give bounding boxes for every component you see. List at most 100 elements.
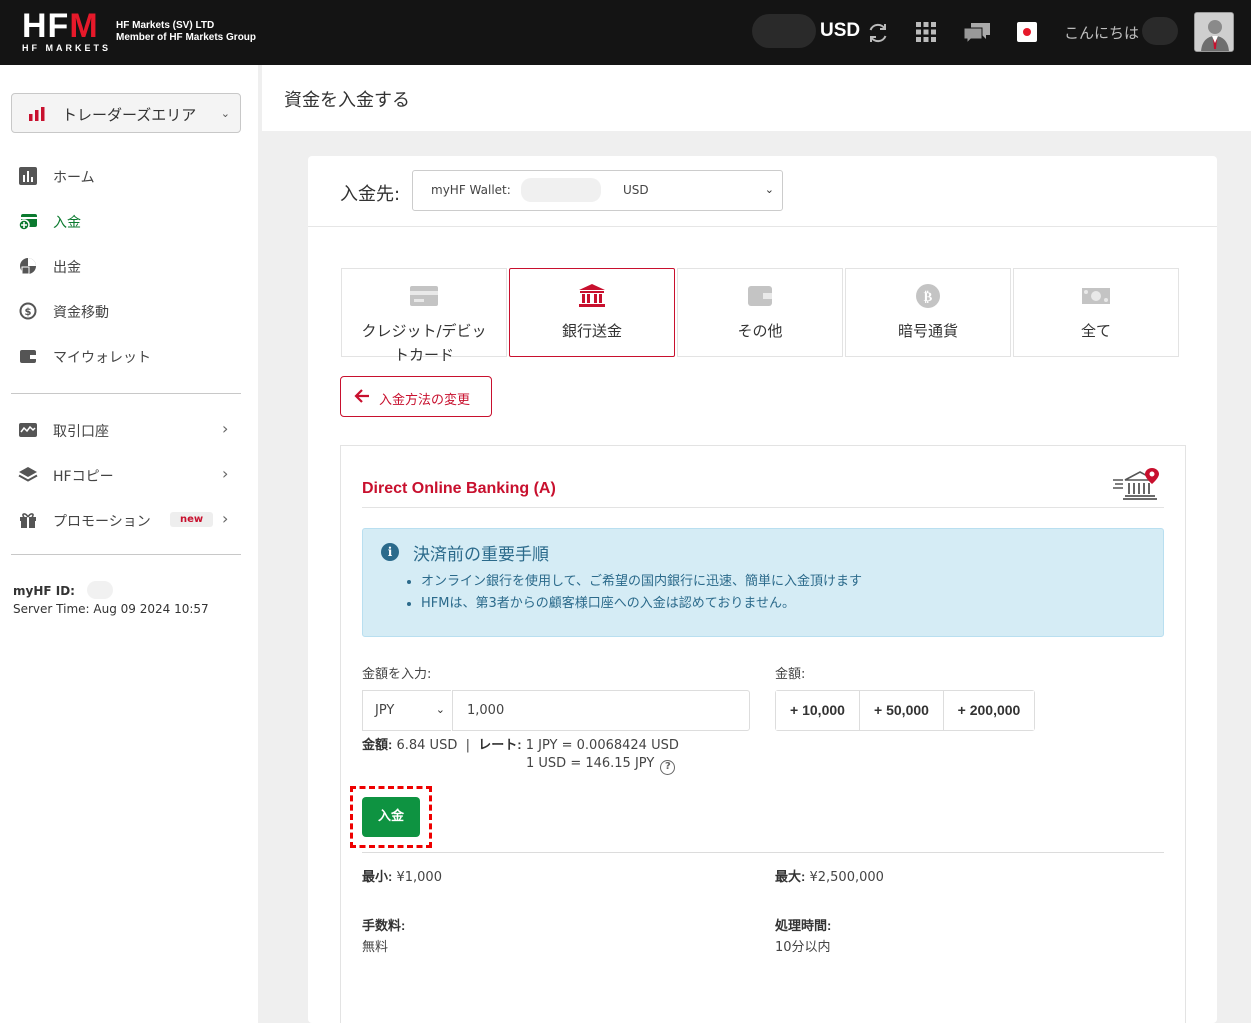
traders-area-label: トレーダーズエリア <box>62 106 197 124</box>
sidebar-item-promotions[interactable]: プロモーション new › <box>0 505 258 535</box>
sidebar-item-hfcopy[interactable]: HFコピー › <box>0 460 258 490</box>
svg-text:$: $ <box>25 307 32 318</box>
max-value: ¥2,500,000 <box>809 870 884 885</box>
method-tab-all[interactable]: 全て <box>1013 268 1179 357</box>
wallet-select[interactable]: myHF Wallet: USD ⌄ <box>412 170 783 211</box>
sidebar-item-trading-accounts[interactable]: 取引口座 › <box>0 415 258 445</box>
method-tab-other[interactable]: その他 <box>677 268 843 357</box>
gift-icon <box>20 513 36 528</box>
sidebar-item-label: 入金 <box>53 215 81 231</box>
bank-divider <box>362 507 1164 508</box>
withdraw-icon <box>20 258 36 275</box>
method-tab-card[interactable]: クレジット/デビットカード <box>341 268 507 364</box>
sidebar-item-deposit[interactable]: 入金 <box>0 206 258 236</box>
cash-icon <box>1082 288 1110 304</box>
list-item: HFMは、第3者からの顧客様口座への入金は認めておりません。 <box>421 593 862 615</box>
conversion-line-2: 1 USD = 146.15 JPY ? <box>526 756 676 775</box>
sidebar-item-home[interactable]: ホーム <box>0 161 258 191</box>
processing-time-info: 処理時間: 10分以内 <box>775 915 831 958</box>
quick-amount-50000-button[interactable]: + 50,000 <box>860 691 944 730</box>
logo-mark: HFM <box>22 7 99 45</box>
amount-input[interactable]: 1,000 <box>452 690 750 731</box>
max-label: 最大: <box>775 869 806 884</box>
currency-select[interactable]: JPY ⌄ <box>362 690 451 731</box>
deposit-to-label: 入金先: <box>340 184 401 205</box>
method-label: 暗号通貨 <box>897 322 958 340</box>
avatar[interactable] <box>1194 12 1234 52</box>
company-line1: HF Markets (SV) LTD <box>116 20 215 31</box>
top-bar: HFM HF MARKETS HF Markets (SV) LTD Membe… <box>0 0 1251 65</box>
method-tab-crypto[interactable]: ₿ 暗号通貨 <box>845 268 1011 357</box>
method-tab-bank[interactable]: 銀行送金 <box>509 268 675 357</box>
wallet-label: myHF Wallet: <box>431 183 511 197</box>
sidebar-item-label: 出金 <box>53 260 81 276</box>
quick-amount-10000-button[interactable]: + 10,000 <box>776 691 860 730</box>
wallet-id-masked <box>521 178 601 202</box>
important-info-box: i 決済前の重要手順 オンライン銀行を使用して、ご希望の国内銀行に迅速、簡単に入… <box>362 528 1164 637</box>
wallet-icon <box>20 350 36 363</box>
change-method-button[interactable]: 入金方法の変更 <box>340 376 492 417</box>
grid-icon[interactable] <box>914 20 938 44</box>
sidebar-item-withdraw[interactable]: 出金 <box>0 251 258 281</box>
method-label: 全て <box>1080 322 1111 340</box>
hfm-logo[interactable]: HFM HF MARKETS <box>22 9 111 53</box>
method-label: クレジット/デビットカード <box>361 322 487 364</box>
wallet-currency: USD <box>623 183 649 197</box>
new-badge: new <box>170 512 214 527</box>
chart-icon <box>19 167 37 185</box>
amount-input-label: 金額を入力: <box>362 667 432 682</box>
page-title: 資金を入金する <box>284 90 410 111</box>
arrow-left-icon <box>354 389 369 403</box>
method-label: 銀行送金 <box>561 322 622 340</box>
deposit-icon <box>18 214 37 231</box>
sidebar-item-wallet[interactable]: マイウォレット <box>0 341 258 371</box>
time-label: 処理時間: <box>775 918 832 933</box>
svg-text:₿: ₿ <box>924 290 933 305</box>
separator: | <box>461 738 475 753</box>
sidebar-item-label: 資金移動 <box>53 305 109 321</box>
refresh-icon[interactable] <box>866 21 890 45</box>
rate-label: レート: <box>478 737 522 752</box>
japan-flag-icon[interactable] <box>1017 22 1037 42</box>
info-icon: i <box>381 543 399 561</box>
fee-value: 無料 <box>362 940 389 955</box>
ewallet-icon <box>748 286 772 306</box>
company-info: HF Markets (SV) LTD Member of HF Markets… <box>116 20 256 44</box>
limits-divider <box>362 852 1164 853</box>
chevron-right-icon: › <box>222 464 229 483</box>
converted-value: 6.84 USD <box>396 738 458 753</box>
sidebar-divider <box>11 554 241 555</box>
sidebar-item-label: ホーム <box>53 170 95 186</box>
myhf-id-masked <box>87 581 114 599</box>
username-masked <box>1142 17 1178 45</box>
myhf-id-label: myHF ID: <box>13 584 75 598</box>
chat-icon[interactable] <box>962 20 992 44</box>
method-label: その他 <box>737 322 783 340</box>
time-value: 10分以内 <box>775 940 831 955</box>
quick-amount-label: 金額: <box>775 667 806 682</box>
quick-amount-group: + 10,000 + 50,000 + 200,000 <box>775 690 1035 731</box>
fee-info: 手数料: 無料 <box>362 915 405 958</box>
layers-icon <box>18 467 38 482</box>
min-amount: 最小: ¥1,000 <box>362 866 442 888</box>
currency-label[interactable]: USD <box>820 20 860 42</box>
sidebar-item-transfer[interactable]: $ 資金移動 <box>0 296 258 326</box>
deposit-button[interactable]: 入金 <box>362 797 420 837</box>
bank-icon <box>579 284 605 307</box>
change-method-label: 入金方法の変更 <box>379 393 471 408</box>
deposit-card: 入金先: myHF Wallet: USD ⌄ クレジット/デビットカード 銀行… <box>308 156 1217 1023</box>
info-list: オンライン銀行を使用して、ご希望の国内銀行に迅速、簡単に入金頂けます HFMは、… <box>421 571 862 615</box>
amount-value: 1,000 <box>467 703 505 718</box>
min-value: ¥1,000 <box>396 870 442 885</box>
currency-value: JPY <box>375 703 395 718</box>
bank-method-title: Direct Online Banking (A) <box>362 480 556 497</box>
question-icon[interactable]: ? <box>660 760 676 775</box>
chevron-right-icon: › <box>222 419 229 438</box>
converted-label: 金額: <box>362 737 393 752</box>
traders-area-select[interactable]: トレーダーズエリア ⌄ <box>11 93 241 133</box>
logo-sub: HF MARKETS <box>22 43 111 53</box>
quick-amount-200000-button[interactable]: + 200,000 <box>944 691 1034 730</box>
trading-account-icon <box>19 423 37 437</box>
chevron-down-icon: ⌄ <box>764 183 774 196</box>
sidebar-item-label: HFコピー <box>53 469 114 485</box>
